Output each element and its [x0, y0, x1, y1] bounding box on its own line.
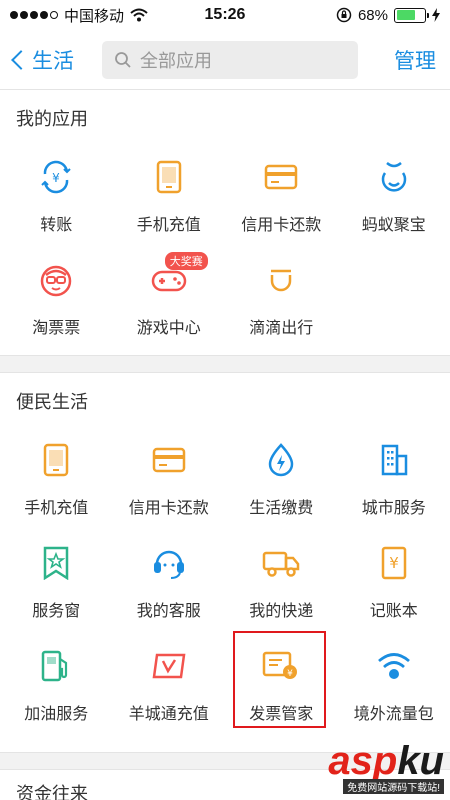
highlight-box [233, 631, 326, 728]
app-credit-card[interactable]: 信用卡还款 [225, 147, 338, 250]
bolt-icon [261, 440, 301, 480]
charging-bolt-icon [432, 8, 440, 22]
app-utility-bills[interactable]: 生活缴费 [225, 430, 338, 533]
chevron-left-icon [11, 49, 31, 70]
signal-icon [10, 11, 58, 19]
app-label: 加油服务 [24, 706, 89, 723]
battery-icon [394, 7, 429, 23]
app-customer-service[interactable]: 我的客服 [113, 533, 226, 636]
watermark-logo: aspku 免费网站源码下载站! [328, 741, 444, 794]
section-title: 便民生活 [16, 392, 88, 412]
battery-percent: 68% [357, 6, 388, 24]
manage-button[interactable]: 管理 [394, 45, 436, 75]
search-input[interactable]: 全部应用 [102, 40, 358, 79]
app-label: 我的客服 [136, 603, 201, 620]
my-apps-grid: ¥ 转账 手机充值 信用卡还款 蚂蚁聚宝 淘票票 大奖赛 游戏中心 滴滴出行 [0, 147, 450, 353]
app-transfer[interactable]: ¥ 转账 [0, 147, 113, 250]
app-label: 信用卡还款 [241, 217, 322, 234]
status-right: 68% [280, 7, 440, 24]
app-label: 手机充值 [136, 217, 201, 234]
carrier-label: 中国移动 [64, 7, 125, 25]
fuel-pump-icon [36, 646, 76, 686]
phone-icon [149, 157, 189, 197]
app-label: 我的快递 [249, 603, 314, 620]
ticket-mascot-icon [36, 260, 76, 300]
wifi-globe-icon [374, 646, 414, 686]
back-button[interactable]: 生活 [11, 45, 74, 75]
app-label: 淘票票 [32, 320, 81, 337]
wifi-icon [130, 8, 148, 22]
truck-icon [261, 543, 301, 583]
app-label: 羊城通充值 [128, 706, 209, 723]
app-credit-card[interactable]: 信用卡还款 [113, 430, 226, 533]
back-label: 生活 [32, 49, 74, 73]
treasure-icon [374, 157, 414, 197]
app-label: 城市服务 [361, 500, 426, 517]
app-city-services[interactable]: 城市服务 [338, 430, 450, 533]
app-label: 游戏中心 [136, 320, 201, 337]
search-placeholder: 全部应用 [140, 50, 212, 71]
svg-text:¥: ¥ [389, 554, 399, 572]
watermark-part: asp [328, 739, 398, 783]
app-label: 信用卡还款 [128, 500, 209, 517]
app-phone-recharge[interactable]: 手机充值 [113, 147, 226, 250]
app-label: 生活缴费 [249, 500, 314, 517]
app-yct-recharge[interactable]: 羊城通充值 [113, 636, 226, 739]
status-left: 中国移动 [10, 5, 170, 26]
app-ledger[interactable]: ¥ 记账本 [338, 533, 450, 636]
app-fuel-service[interactable]: 加油服务 [0, 636, 113, 739]
credit-card-icon [261, 157, 301, 197]
game-contest-badge: 大奖赛 [164, 252, 208, 270]
section-divider [0, 355, 450, 373]
watermark-subtitle: 免费网站源码下载站! [343, 779, 444, 794]
app-label: 服务窗 [32, 603, 81, 620]
app-taopiaopiao[interactable]: 淘票票 [0, 250, 113, 353]
status-time: 15:26 [204, 6, 246, 23]
didi-icon [261, 260, 301, 300]
app-label: 手机充值 [24, 500, 89, 517]
nav-bar: 生活 全部应用 管理 [0, 30, 450, 90]
app-service-window[interactable]: 服务窗 [0, 533, 113, 636]
app-label: 记账本 [369, 603, 418, 620]
app-ant-fortune[interactable]: 蚂蚁聚宝 [338, 147, 450, 250]
app-phone-recharge[interactable]: 手机充值 [0, 430, 113, 533]
my-apps-section: 我的应用 ¥ 转账 手机充值 信用卡还款 蚂蚁聚宝 淘票票 大奖赛 游戏中心 滴… [0, 91, 450, 353]
convenience-section: 便民生活 手机充值 信用卡还款 生活缴费 城市服务 服务窗 我的客服 我的快递 … [0, 374, 450, 739]
app-didi[interactable]: 滴滴出行 [225, 250, 338, 353]
app-label: 转账 [40, 217, 73, 234]
ledger-icon: ¥ [374, 543, 414, 583]
search-icon [115, 51, 131, 68]
app-label: 滴滴出行 [249, 320, 314, 337]
app-label: 境外流量包 [353, 706, 434, 723]
app-game-center[interactable]: 大奖赛 游戏中心 [113, 250, 226, 353]
city-building-icon [374, 440, 414, 480]
phone-icon [36, 440, 76, 480]
watermark-text: aspku [328, 741, 444, 781]
app-overseas-data[interactable]: 境外流量包 [338, 636, 450, 739]
svg-text:¥: ¥ [52, 171, 60, 185]
convenience-grid: 手机充值 信用卡还款 生活缴费 城市服务 服务窗 我的客服 我的快递 ¥ 记账本… [0, 430, 450, 739]
headset-icon [149, 543, 189, 583]
yct-card-icon [149, 646, 189, 686]
gamepad-icon: 大奖赛 [149, 252, 208, 300]
app-label: 蚂蚁聚宝 [361, 217, 426, 234]
status-bar: 中国移动 15:26 68% [0, 0, 450, 30]
transfer-icon: ¥ [36, 157, 76, 197]
credit-card-icon [149, 440, 189, 480]
bookmark-star-icon [36, 543, 76, 583]
rotation-lock-icon [336, 7, 352, 23]
watermark-part: ku [397, 739, 444, 783]
section-title-funds: 资金往来 [16, 784, 88, 800]
section-title: 我的应用 [16, 109, 88, 129]
app-my-delivery[interactable]: 我的快递 [225, 533, 338, 636]
